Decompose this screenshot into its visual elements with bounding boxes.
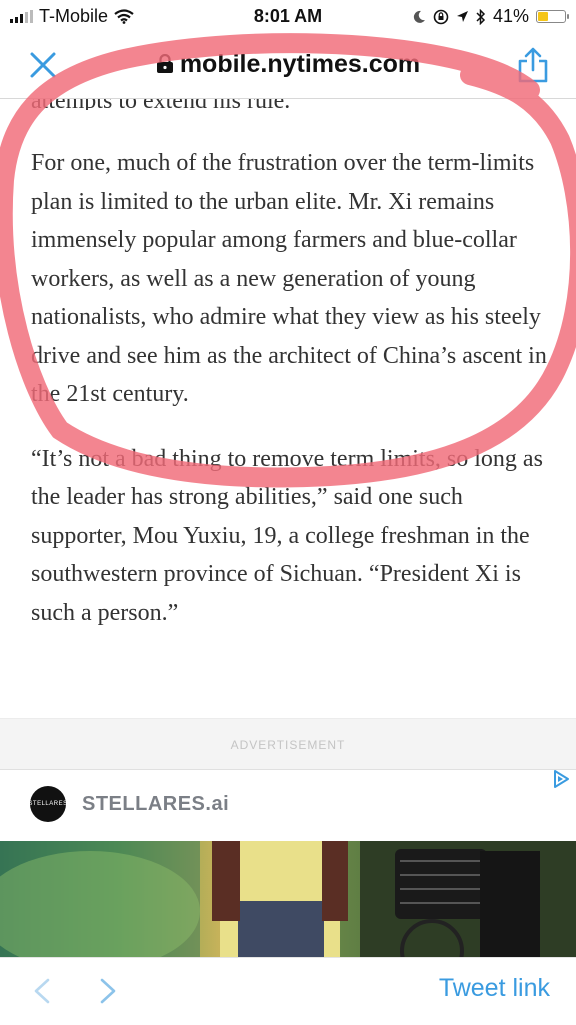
bottom-toolbar: Tweet link: [0, 957, 576, 1025]
ad-photo-illustration: [0, 841, 576, 957]
ad-sponsor[interactable]: STELLARES STELLARES.ai: [28, 786, 230, 822]
url-bar[interactable]: mobile.nytimes.com: [0, 50, 576, 79]
location-icon: [456, 11, 468, 22]
advertisement-strip: ADVERTISEMENT: [0, 718, 576, 770]
lock-rotation-icon: [433, 9, 449, 24]
moon-icon: [413, 10, 425, 23]
adchoices-icon[interactable]: [550, 768, 572, 790]
status-right: 41%: [412, 6, 569, 27]
bluetooth-icon: [476, 8, 486, 25]
forward-icon[interactable]: [96, 976, 120, 1006]
share-icon[interactable]: [516, 46, 550, 84]
url-text: mobile.nytimes.com: [179, 50, 421, 78]
tweet-link-button[interactable]: Tweet link: [439, 974, 550, 1003]
battery-icon: [536, 10, 569, 23]
advertisement-label: ADVERTISEMENT: [230, 738, 346, 752]
article-paragraph: For one, much of the frustration over th…: [31, 150, 547, 407]
browser-header: mobile.nytimes.com: [0, 34, 576, 99]
sponsor-logo: STELLARES: [28, 786, 67, 822]
sponsor-name: STELLARES.ai: [82, 792, 230, 815]
back-icon[interactable]: [30, 976, 54, 1006]
status-bar: T-Mobile 8:01 AM 41%: [0, 0, 576, 34]
battery-percent: 41%: [492, 6, 529, 26]
article-body: attempts to extend his rule. For one, mu…: [31, 70, 551, 632]
ad-image[interactable]: [0, 841, 576, 957]
lock-icon: [156, 54, 173, 73]
article-paragraph: “It’s not a bad thing to remove term lim…: [31, 445, 543, 626]
